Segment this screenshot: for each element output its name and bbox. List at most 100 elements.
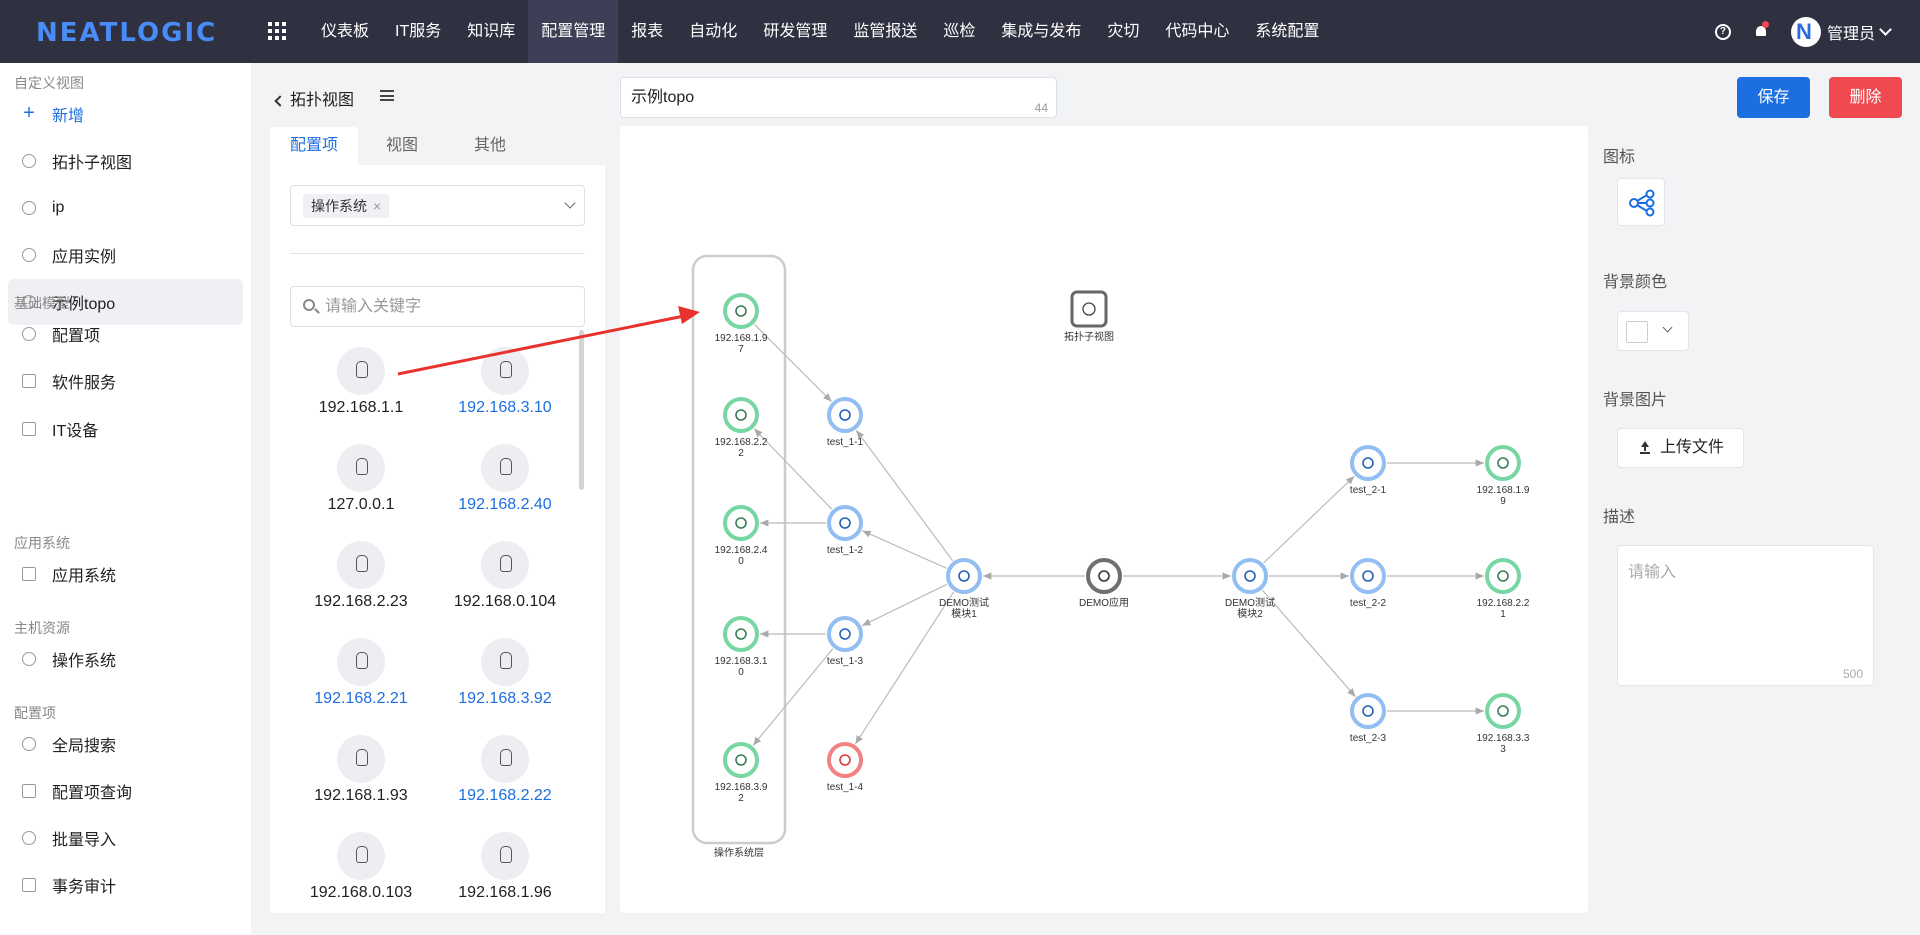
nav-item-12[interactable]: 系统配置 [1242, 0, 1332, 63]
nav-item-2[interactable]: 知识库 [454, 0, 528, 63]
sidebar-item[interactable]: 事务审计 [8, 862, 243, 908]
node-t14[interactable]: test_1-4 [827, 742, 864, 793]
delete-button[interactable]: 删除 [1829, 77, 1902, 118]
sidebar-item[interactable]: 拓扑子视图 [8, 138, 243, 184]
search-icon [22, 737, 36, 751]
menu-icon[interactable] [380, 90, 394, 101]
sidebar-item-label: 应用实例 [52, 249, 117, 266]
ci-item[interactable]: 192.168.1.1 [296, 347, 426, 417]
tab-0[interactable]: 配置项 [270, 127, 358, 165]
ci-item[interactable]: 192.168.2.40 [440, 444, 570, 514]
query-icon [22, 784, 36, 798]
ci-item[interactable]: 192.168.2.23 [296, 541, 426, 611]
node-label: 192.168.1.9 [715, 333, 768, 344]
model-select[interactable]: 操作系统 × [290, 185, 585, 226]
node-n310[interactable]: 192.168.3.10 [715, 616, 768, 678]
ci-item[interactable]: 192.168.0.104 [440, 541, 570, 611]
node-n221[interactable]: 192.168.2.21 [1477, 558, 1530, 620]
sidebar-item[interactable]: + 新增 [8, 91, 243, 137]
ci-item-label: 192.168.1.96 [458, 884, 552, 901]
sidebar-item[interactable]: 配置项 [8, 311, 243, 357]
description-textarea[interactable]: 请输入 500 [1617, 545, 1874, 686]
ci-item[interactable]: 192.168.3.92 [440, 638, 570, 708]
nav-item-0[interactable]: 仪表板 [308, 0, 382, 63]
edge[interactable] [1262, 589, 1356, 698]
node-label: 3 [1500, 744, 1506, 755]
linux-icon [337, 735, 385, 783]
node-label: test_1-1 [827, 437, 864, 448]
sidebar-item[interactable]: 批量导入 [8, 815, 243, 861]
node-label: test_1-3 [827, 656, 864, 667]
node-n197[interactable]: 192.168.1.97 [715, 293, 768, 355]
node-m1[interactable]: DEMO测试模块1 [939, 558, 989, 620]
view-name-input[interactable]: 示例topo 44 [620, 77, 1057, 118]
edge[interactable] [855, 429, 954, 562]
app-icon [22, 567, 36, 581]
tab-1[interactable]: 视图 [358, 127, 446, 165]
topology-canvas[interactable]: 操作系统层 192.168.1.9 7 192.168.2.2 2 192.168.2.4… [620, 126, 1588, 913]
nav-item-6[interactable]: 研发管理 [750, 0, 840, 63]
ci-item[interactable]: 192.168.3.10 [440, 347, 570, 417]
tag-close-icon[interactable]: × [373, 198, 381, 214]
nav-item-8[interactable]: 巡检 [930, 0, 988, 63]
sidebar-item[interactable]: IT设备 [8, 406, 243, 452]
edge[interactable] [854, 591, 955, 745]
nav-item-1[interactable]: IT服务 [382, 0, 454, 63]
node-t13[interactable]: test_1-3 [827, 616, 864, 667]
desc-max-count: 500 [1842, 667, 1863, 681]
nav-item-5[interactable]: 自动化 [676, 0, 750, 63]
ci-item[interactable]: 127.0.0.1 [296, 444, 426, 514]
node-n222[interactable]: 192.168.2.22 [715, 397, 768, 459]
node-t23[interactable]: test_2-3 [1350, 693, 1387, 744]
node-t11[interactable]: test_1-1 [827, 397, 864, 448]
nav-item-9[interactable]: 集成与发布 [988, 0, 1094, 63]
help-icon[interactable]: ? [1714, 23, 1731, 40]
back-breadcrumb[interactable]: 拓扑视图 [274, 86, 354, 110]
search-placeholder: 请输入关键字 [325, 298, 422, 315]
node-t12[interactable]: test_1-2 [827, 505, 864, 556]
apps-grid-icon[interactable] [268, 22, 286, 40]
ci-item[interactable]: 192.168.1.93 [296, 735, 426, 805]
topology-graph[interactable]: 操作系统层192.168.1.97192.168.2.22192.168.2.4… [620, 126, 1588, 913]
sidebar-item[interactable]: 应用系统 [8, 551, 243, 597]
search-input[interactable]: 请输入关键字 [290, 286, 585, 327]
sidebar-item[interactable]: 应用实例 [8, 232, 243, 278]
node-n240[interactable]: 192.168.2.40 [715, 505, 768, 567]
linux-icon [481, 735, 529, 783]
ci-item[interactable]: 192.168.2.21 [296, 638, 426, 708]
save-button[interactable]: 保存 [1737, 77, 1810, 118]
node-app[interactable]: DEMO应用 [1079, 558, 1129, 609]
tab-2[interactable]: 其他 [446, 127, 534, 165]
sidebar-item[interactable]: ip [8, 185, 243, 231]
nav-item-7[interactable]: 监管报送 [840, 0, 930, 63]
nav-item-3[interactable]: 配置管理 [528, 0, 619, 63]
upload-button[interactable]: 上传文件 [1617, 428, 1744, 468]
ci-item[interactable]: 192.168.0.103 [296, 832, 426, 902]
user-menu[interactable]: 管理员 [1790, 16, 1892, 47]
ci-item[interactable]: 192.168.1.96 [440, 832, 570, 902]
sidebar-item[interactable]: 软件服务 [8, 358, 243, 404]
node-t22[interactable]: test_2-2 [1350, 558, 1387, 609]
topology-icon[interactable] [1617, 178, 1665, 226]
bell-icon[interactable] [1753, 20, 1769, 40]
scrollbar[interactable] [579, 330, 584, 490]
sidebar-item[interactable]: 操作系统 [8, 636, 243, 682]
node-n392[interactable]: 192.168.3.92 [715, 742, 768, 804]
sidebar-item[interactable]: 全局搜索 [8, 721, 243, 767]
view-name-value: 示例topo [631, 89, 695, 106]
node-n333[interactable]: 192.168.3.33 [1477, 693, 1530, 755]
sidebar-item[interactable]: 配置项查询 [8, 768, 243, 814]
node-t21[interactable]: test_2-1 [1350, 445, 1387, 496]
nav-item-4[interactable]: 报表 [618, 0, 676, 63]
bg-color-picker[interactable] [1617, 311, 1689, 351]
ci-item[interactable]: 192.168.2.22 [440, 735, 570, 805]
nav-item-10[interactable]: 灾切 [1094, 0, 1152, 63]
help-circle-icon [22, 154, 36, 168]
node-n199[interactable]: 192.168.1.99 [1477, 445, 1530, 507]
edge[interactable] [861, 583, 948, 627]
node-m2[interactable]: DEMO测试模块2 [1225, 558, 1275, 620]
node-sub[interactable]: 拓扑子视图 [1064, 290, 1114, 343]
nav-item-11[interactable]: 代码中心 [1152, 0, 1242, 63]
neatlogic-logo[interactable]: NEATLOGIC [36, 18, 217, 48]
edge[interactable] [1263, 475, 1355, 564]
